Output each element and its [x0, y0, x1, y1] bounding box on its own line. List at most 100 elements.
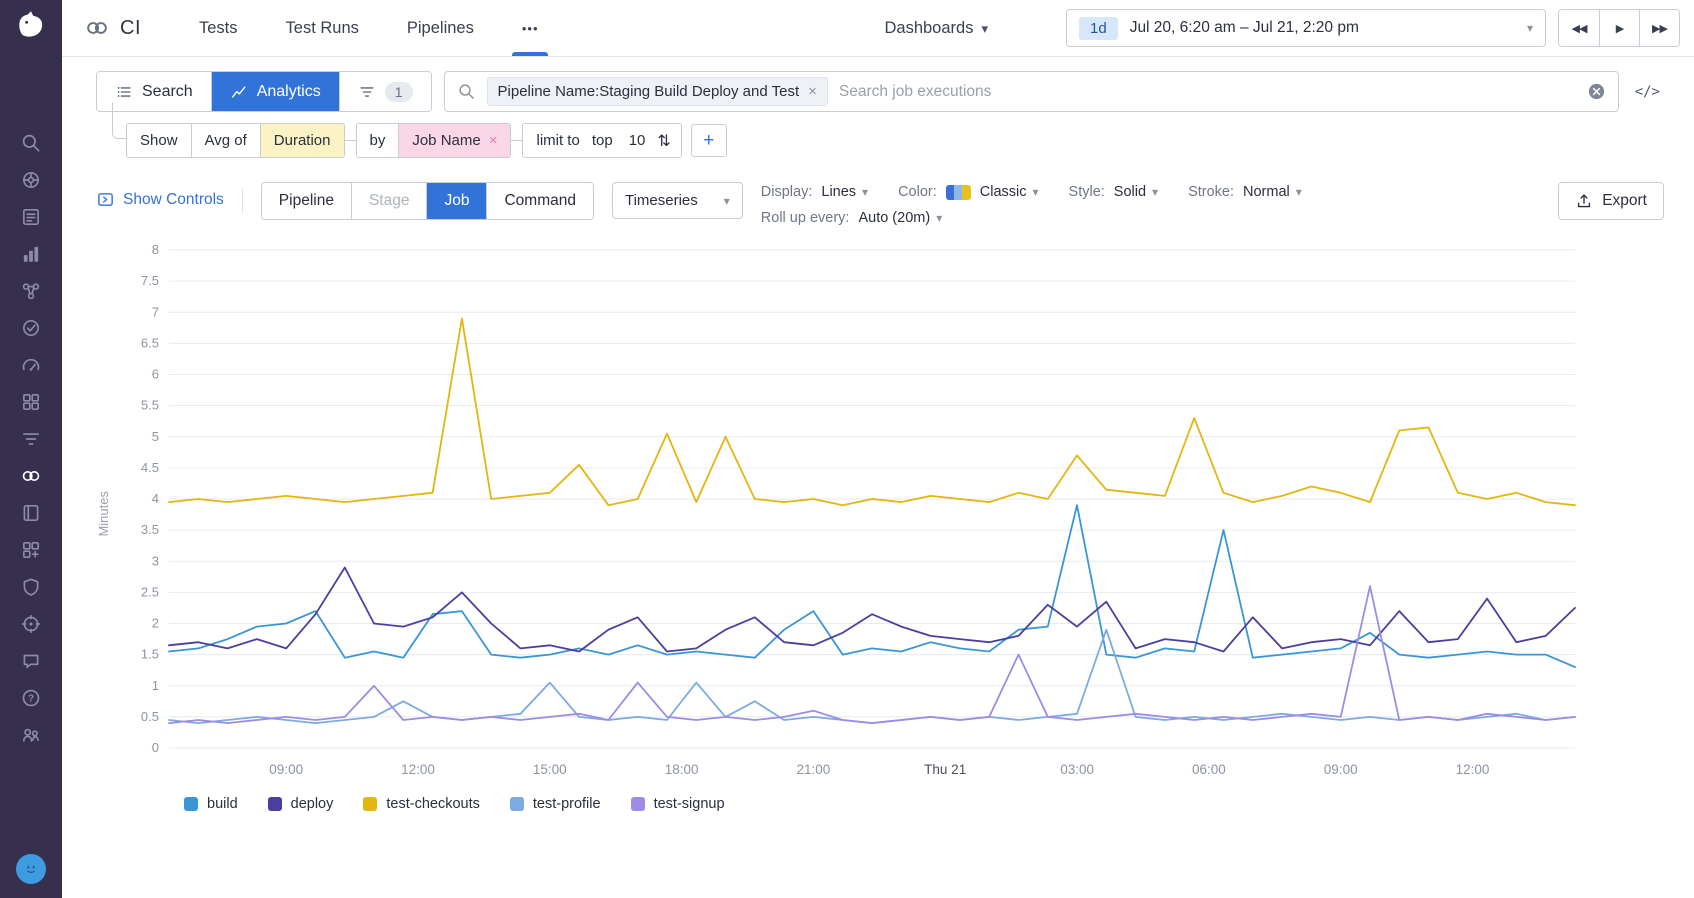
datadog-logo[interactable]: [13, 8, 49, 46]
svg-text:12:00: 12:00: [401, 762, 435, 777]
search-icon[interactable]: [18, 132, 44, 154]
viz-type-select[interactable]: Timeseries ▾: [611, 182, 743, 219]
style-label: Style:: [1068, 184, 1105, 200]
legend-item[interactable]: test-signup: [630, 796, 725, 812]
organization-icon[interactable]: [18, 724, 44, 746]
level-pipeline-button[interactable]: Pipeline: [261, 183, 351, 219]
svg-text:5.5: 5.5: [141, 398, 159, 413]
search-field[interactable]: Pipeline Name:Staging Build Deploy and T…: [443, 71, 1619, 112]
group-connector-line: [511, 140, 523, 141]
display-option: Display: Lines ▾: [761, 184, 868, 200]
skip-forward-button[interactable]: ▶▶: [1639, 10, 1679, 46]
svg-text:2.5: 2.5: [141, 584, 159, 599]
dashboards-label: Dashboards: [884, 18, 974, 37]
time-preset-badge[interactable]: 1d: [1079, 16, 1118, 40]
query-filter-pill[interactable]: Pipeline Name:Staging Build Deploy and T…: [486, 77, 828, 106]
limit-group: limit to top 10 ⇅: [522, 123, 682, 158]
magnifier-icon: [458, 84, 474, 99]
legend-item[interactable]: test-checkouts: [363, 796, 480, 812]
timeseries-chart[interactable]: 0 0.5 1 1.5 2 2.5 3 3.5 4 4.5 5 5.5 6 6.5 7 7.5 8 09:00 12…: [113, 234, 1583, 794]
skip-back-button[interactable]: ◀◀: [1559, 10, 1599, 46]
watchdog-icon[interactable]: [18, 613, 44, 635]
nav-pipelines[interactable]: Pipelines: [383, 0, 498, 56]
color-value: Classic: [979, 184, 1027, 200]
filters-button[interactable]: 1: [338, 72, 431, 111]
logs-icon[interactable]: [18, 206, 44, 228]
support-chat-icon[interactable]: [18, 650, 44, 672]
limit-value-input[interactable]: 10: [620, 124, 654, 157]
query-syntax-toggle[interactable]: </>: [1631, 84, 1664, 100]
help-icon[interactable]: ?: [18, 687, 44, 709]
active-tab-indicator: [512, 52, 549, 56]
pipelines-icon[interactable]: [18, 428, 44, 450]
ci-visibility-icon[interactable]: [18, 465, 44, 487]
chevron-down-icon: ▾: [862, 185, 869, 199]
color-select[interactable]: Classic ▾: [980, 184, 1039, 200]
app-window: ? CI Tests Test Runs Pipelines ••• Dashb…: [0, 0, 1694, 898]
export-button[interactable]: Export: [1558, 182, 1664, 220]
stroke-select[interactable]: Normal ▾: [1243, 184, 1302, 200]
apm-icon[interactable]: [18, 354, 44, 376]
infrastructure-icon[interactable]: [18, 169, 44, 191]
measure-select[interactable]: Duration: [259, 124, 344, 157]
remove-group-by-icon[interactable]: ×: [489, 132, 498, 149]
limit-direction-select[interactable]: top: [583, 124, 621, 157]
nav-more[interactable]: •••: [498, 0, 563, 56]
chevron-down-icon: ▾: [1526, 21, 1533, 35]
integrations-icon[interactable]: [18, 391, 44, 413]
aggregation-select[interactable]: Avg of: [190, 124, 260, 157]
clear-search-button[interactable]: [1587, 82, 1606, 101]
rollup-value: Auto (20m): [858, 210, 931, 226]
time-range-picker[interactable]: 1d Jul 20, 6:20 am – Jul 21, 2:20 pm ▾: [1066, 9, 1546, 47]
search-input[interactable]: [838, 82, 1576, 101]
chevron-down-icon: ▾: [1032, 185, 1039, 199]
style-value: Solid: [1113, 184, 1147, 200]
svg-text:4.5: 4.5: [141, 460, 159, 475]
sort-order-icon[interactable]: ⇅: [653, 124, 681, 157]
limit-label: limit to: [523, 124, 584, 157]
level-job-button[interactable]: Job: [426, 183, 487, 219]
viz-options-row-1: Display: Lines ▾ Color: Classic ▾ Style: S…: [761, 184, 1302, 200]
show-controls-link[interactable]: Show Controls: [96, 190, 224, 209]
legend-item[interactable]: build: [184, 796, 238, 812]
group-by-label: Job Name: [412, 132, 481, 149]
service-map-icon[interactable]: [18, 280, 44, 302]
legend-item[interactable]: test-profile: [509, 796, 601, 812]
nav-tests[interactable]: Tests: [175, 0, 262, 56]
metrics-icon[interactable]: [18, 243, 44, 265]
svg-text:7: 7: [152, 304, 159, 319]
style-select[interactable]: Solid ▾: [1114, 184, 1158, 200]
svg-text:5: 5: [152, 429, 159, 444]
legend-item[interactable]: deploy: [267, 796, 333, 812]
mode-toggle: Search Analytics 1: [96, 71, 432, 112]
user-avatar[interactable]: [16, 854, 46, 884]
security-icon[interactable]: [18, 576, 44, 598]
legend-label: test-profile: [532, 796, 601, 812]
svg-text:6.5: 6.5: [141, 335, 159, 350]
display-select[interactable]: Lines ▾: [821, 184, 868, 200]
synthetics-icon[interactable]: [18, 317, 44, 339]
rollup-select[interactable]: Auto (20m) ▾: [858, 210, 942, 226]
add-query-button[interactable]: +: [690, 124, 727, 157]
analytics-mode-label: Analytics: [256, 82, 321, 100]
remove-filter-icon[interactable]: ×: [808, 83, 817, 100]
level-command-button[interactable]: Command: [486, 183, 593, 219]
stroke-label: Stroke:: [1188, 184, 1235, 200]
nav-test-runs[interactable]: Test Runs: [262, 0, 383, 56]
more-dots-icon: •••: [521, 20, 539, 36]
main-panel: CI Tests Test Runs Pipelines ••• Dashboa…: [62, 0, 1694, 898]
svg-text:?: ?: [28, 693, 34, 704]
play-button[interactable]: ▶: [1599, 10, 1639, 46]
notebooks-icon[interactable]: [18, 502, 44, 524]
svg-text:1: 1: [152, 678, 159, 693]
ci-logo-icon: [87, 22, 107, 34]
query-builder-row: Show Avg of Duration by Job Name × limit…: [112, 103, 1664, 158]
analytics-mode-button[interactable]: Analytics: [210, 72, 339, 111]
level-toggle: Pipeline Stage Job Command: [260, 182, 594, 220]
level-stage-button[interactable]: Stage: [350, 183, 427, 219]
dashboards-menu[interactable]: Dashboards ▾: [884, 19, 988, 38]
services-icon[interactable]: [18, 539, 44, 561]
svg-text:2: 2: [152, 616, 159, 631]
sidebar: ?: [0, 0, 62, 898]
group-by-select[interactable]: Job Name ×: [398, 124, 511, 157]
